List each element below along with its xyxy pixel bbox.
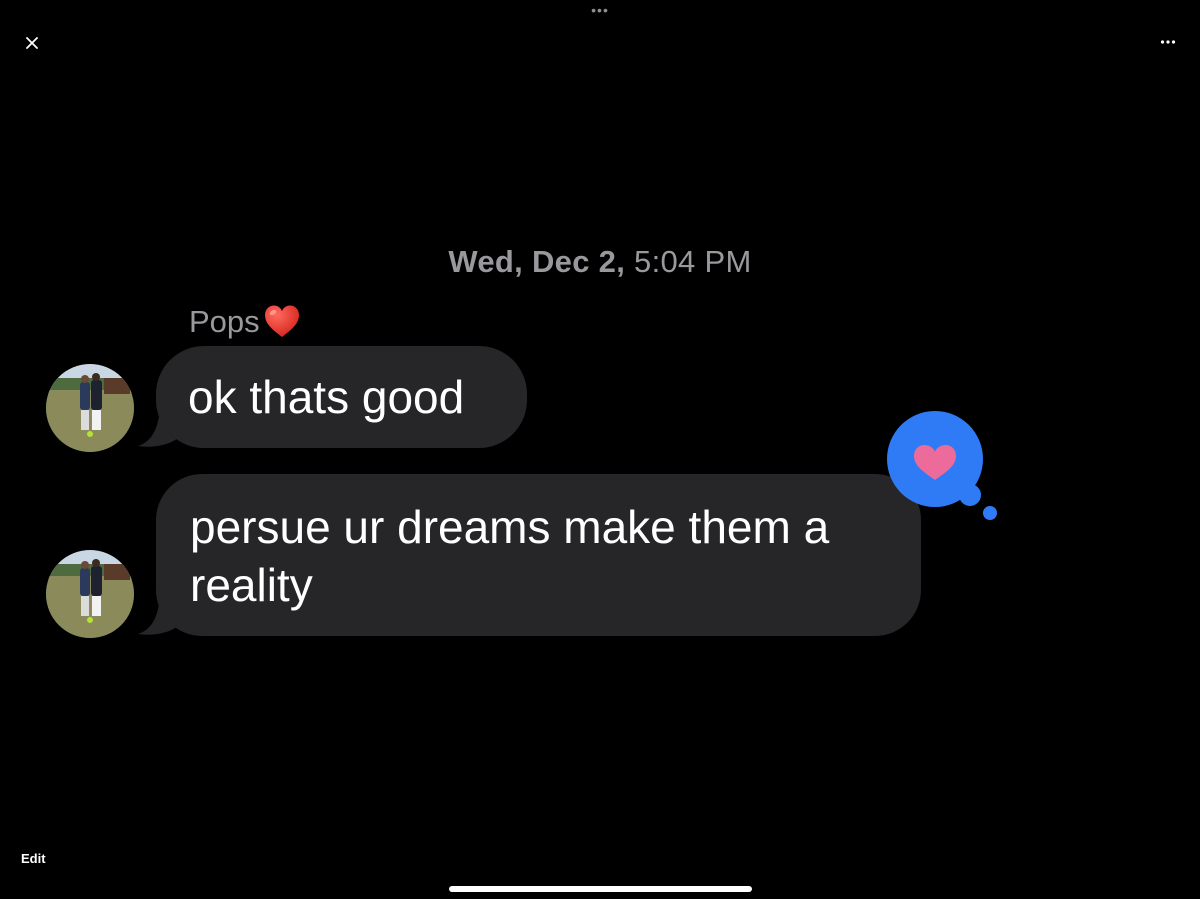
close-icon [26,37,38,49]
edit-button[interactable]: Edit [21,851,46,866]
avatar[interactable] [46,550,134,638]
message-timestamp: Wed, Dec 2, 5:04 PM [0,244,1200,280]
message-row: persue ur dreams make them a reality [138,474,921,636]
more-button[interactable] [1152,30,1184,54]
message-text-line: reality [190,559,313,611]
message-detail-screen: ••• Wed, Dec 2, 5:04 PM Pops ok thats go… [0,0,1200,899]
close-button[interactable] [18,29,46,57]
message-bubble[interactable]: persue ur dreams make them a reality [156,474,921,636]
avatar[interactable] [46,364,134,452]
sender-label: Pops [189,302,301,342]
avatar-photo [46,550,134,638]
sender-name: Pops [189,304,260,339]
message-text: ok thats good [188,371,465,423]
message-row: ok thats good [138,346,527,448]
message-bubble[interactable]: ok thats good [156,346,527,448]
timestamp-day: Wed, Dec 2, [448,244,626,279]
heart-reaction-icon[interactable] [884,410,1000,524]
message-text-line: persue ur dreams make them a [190,501,830,553]
more-horizontal-icon [1160,40,1176,44]
avatar-photo [46,364,134,452]
home-indicator[interactable] [449,886,752,892]
timestamp-time: 5:04 PM [634,244,752,279]
sheet-grabber[interactable]: ••• [586,3,614,17]
red-heart-icon [264,305,299,337]
